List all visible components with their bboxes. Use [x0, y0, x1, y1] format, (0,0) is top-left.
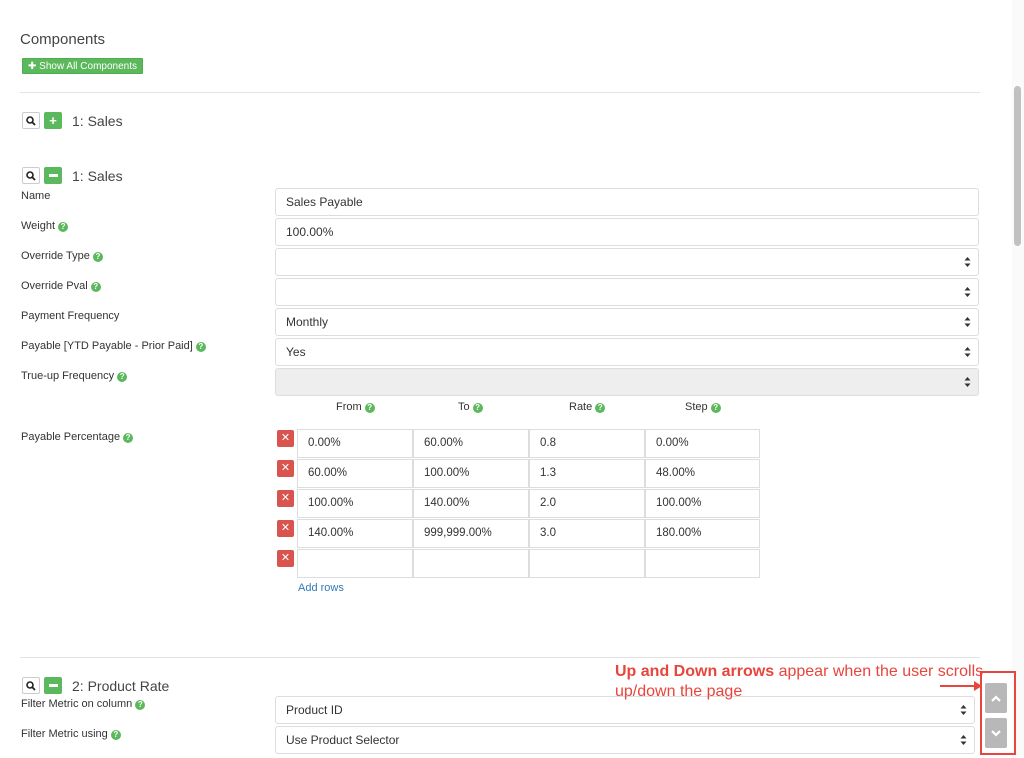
component-label: 1: Sales	[72, 112, 123, 129]
override-pval-select[interactable]	[275, 278, 979, 306]
component-row-collapsed: + 1: Sales	[22, 112, 123, 129]
divider	[20, 92, 980, 93]
filter-column-value: Product ID	[286, 703, 343, 717]
plus-icon[interactable]: +	[44, 112, 62, 129]
override-type-label: Override Type?	[21, 250, 103, 262]
help-icon[interactable]: ?	[710, 403, 721, 413]
chevron-up-icon	[991, 694, 1001, 702]
annotation-arrow	[940, 681, 982, 691]
filter-column-label: Filter Metric on column?	[21, 698, 146, 710]
trueup-frequency-select	[275, 368, 979, 396]
help-icon[interactable]: ?	[117, 372, 128, 382]
payment-frequency-select[interactable]: Monthly	[275, 308, 979, 336]
payable-label: Payable [YTD Payable - Prior Paid]?	[21, 340, 206, 352]
delete-row-button[interactable]: ✕	[277, 520, 294, 537]
filter-using-select[interactable]: Use Product Selector	[275, 726, 975, 754]
select-arrows-icon	[960, 704, 967, 716]
table-cell[interactable]: 180.00%	[645, 519, 760, 548]
help-icon[interactable]: ?	[364, 403, 375, 413]
component-label: 2: Product Rate	[72, 677, 170, 694]
show-all-label: Show All Components	[39, 61, 138, 72]
add-rows-link[interactable]: Add rows	[298, 582, 344, 594]
select-arrows-icon	[964, 346, 971, 358]
component-row-expanded: 1: Sales	[22, 167, 123, 184]
table-cell[interactable]: 100.00%	[413, 459, 529, 488]
search-icon[interactable]	[22, 677, 40, 694]
weight-input[interactable]: 100.00%	[275, 218, 979, 246]
minus-icon[interactable]	[44, 167, 62, 184]
table-cell[interactable]	[645, 549, 760, 578]
help-icon[interactable]: ?	[123, 433, 134, 443]
show-all-components-button[interactable]: ✚ Show All Components	[22, 58, 144, 74]
table-cell[interactable]	[529, 549, 645, 578]
col-header-to: To?	[458, 401, 483, 413]
filter-using-label: Filter Metric using?	[21, 728, 121, 740]
select-arrows-icon	[960, 734, 967, 746]
payment-frequency-value: Monthly	[286, 315, 329, 329]
table-cell[interactable]	[297, 549, 413, 578]
select-arrows-icon	[964, 256, 971, 268]
col-header-rate: Rate?	[569, 401, 606, 413]
select-arrows-icon	[964, 376, 971, 388]
table-cell[interactable]: 140.00%	[413, 489, 529, 518]
delete-row-button[interactable]: ✕	[277, 550, 294, 567]
table-cell[interactable]: 1.3	[529, 459, 645, 488]
scroll-up-button[interactable]	[985, 683, 1007, 713]
table-cell[interactable]: 48.00%	[645, 459, 760, 488]
payable-select[interactable]: Yes	[275, 338, 979, 366]
trueup-frequency-label: True-up Frequency?	[21, 370, 128, 382]
delete-row-button[interactable]: ✕	[277, 460, 294, 477]
help-icon[interactable]: ?	[472, 403, 483, 413]
col-header-step: Step?	[685, 401, 721, 413]
table-cell[interactable]: 2.0	[529, 489, 645, 518]
component-label: 1: Sales	[72, 167, 123, 184]
weight-label: Weight?	[21, 220, 69, 232]
name-input[interactable]: Sales Payable	[275, 188, 979, 216]
select-arrows-icon	[964, 316, 971, 328]
scrollbar-thumb[interactable]	[1014, 86, 1021, 246]
scroll-down-button[interactable]	[985, 718, 1007, 748]
table-cell[interactable]: 140.00%	[297, 519, 413, 548]
help-icon[interactable]: ?	[58, 222, 69, 232]
divider	[20, 657, 980, 658]
select-arrows-icon	[964, 286, 971, 298]
component-row-2: 2: Product Rate	[22, 677, 169, 694]
search-icon[interactable]	[22, 167, 40, 184]
delete-row-button[interactable]: ✕	[277, 430, 294, 447]
table-cell[interactable]: 100.00%	[645, 489, 760, 518]
table-cell[interactable]: 100.00%	[297, 489, 413, 518]
payable-value: Yes	[286, 345, 306, 359]
table-cell[interactable]: 0.8	[529, 429, 645, 458]
table-cell[interactable]: 60.00%	[413, 429, 529, 458]
table-cell[interactable]: 60.00%	[297, 459, 413, 488]
minus-icon[interactable]	[44, 677, 62, 694]
search-icon[interactable]	[22, 112, 40, 129]
help-icon[interactable]: ?	[92, 252, 103, 262]
delete-row-button[interactable]: ✕	[277, 490, 294, 507]
table-cell[interactable]: 999,999.00%	[413, 519, 529, 548]
help-icon[interactable]: ?	[595, 403, 606, 413]
table-cell[interactable]	[413, 549, 529, 578]
help-icon[interactable]: ?	[90, 282, 101, 292]
table-cell[interactable]: 3.0	[529, 519, 645, 548]
filter-using-value: Use Product Selector	[286, 733, 400, 747]
help-icon[interactable]: ?	[135, 700, 146, 710]
override-pval-label: Override Pval?	[21, 280, 101, 292]
payment-frequency-label: Payment Frequency	[21, 310, 120, 322]
name-label: Name	[21, 190, 51, 202]
col-header-from: From?	[336, 401, 375, 413]
help-icon[interactable]: ?	[195, 342, 206, 352]
section-title: Components	[20, 31, 106, 48]
override-type-select[interactable]	[275, 248, 979, 276]
chevron-down-icon	[991, 729, 1001, 737]
help-icon[interactable]: ?	[110, 730, 121, 740]
plus-icon: ✚	[28, 61, 37, 72]
table-cell[interactable]: 0.00%	[297, 429, 413, 458]
table-cell[interactable]: 0.00%	[645, 429, 760, 458]
payable-percentage-label: Payable Percentage?	[21, 431, 134, 443]
